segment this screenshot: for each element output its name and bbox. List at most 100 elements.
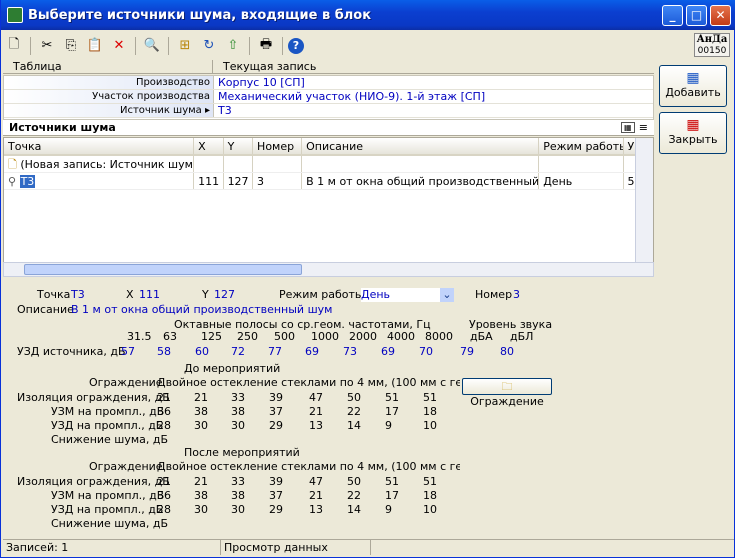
- find-icon[interactable]: 🔍: [141, 35, 163, 57]
- value-cell[interactable]: 29: [269, 419, 283, 433]
- paste-icon[interactable]: 📋: [84, 35, 106, 57]
- cut-icon[interactable]: ✂: [36, 35, 58, 57]
- col-point[interactable]: Точка: [4, 138, 195, 154]
- value-cell[interactable]: 30: [231, 503, 245, 517]
- minimize-button[interactable]: _: [662, 4, 683, 26]
- col-mode[interactable]: Режим работы: [539, 138, 624, 154]
- value-cell[interactable]: 28: [157, 419, 171, 433]
- uzd-value[interactable]: 80: [500, 345, 514, 359]
- uzd-value[interactable]: 79: [460, 345, 474, 359]
- value-cell[interactable]: 10: [423, 419, 437, 433]
- new-icon[interactable]: 🗋: [3, 35, 25, 57]
- vertical-scrollbar[interactable]: [635, 138, 653, 262]
- value-cell[interactable]: 38: [194, 489, 208, 503]
- value-cell[interactable]: 36: [157, 489, 171, 503]
- point-value[interactable]: Т3: [71, 288, 85, 302]
- value-cell[interactable]: 51: [423, 475, 437, 489]
- copy-icon[interactable]: ⎘: [60, 35, 82, 57]
- value-cell[interactable]: 47: [309, 475, 323, 489]
- new-record-row[interactable]: 🗋 (Новая запись: Источник шума): [4, 156, 653, 173]
- close-window-button[interactable]: ✕: [710, 4, 731, 26]
- print-icon[interactable]: 🖶: [255, 35, 277, 57]
- value-cell[interactable]: 9: [385, 503, 392, 517]
- uzd-value[interactable]: 72: [231, 345, 245, 359]
- x-value[interactable]: 111: [139, 288, 160, 302]
- value-cell[interactable]: 14: [347, 419, 361, 433]
- col-description[interactable]: Описание: [302, 138, 540, 154]
- list-view-icon[interactable]: ≡: [639, 121, 648, 134]
- grid-view-icon[interactable]: ▦: [620, 122, 635, 133]
- record-row[interactable]: Производство Корпус 10 [СП]: [4, 76, 653, 90]
- value-cell[interactable]: 21: [157, 475, 171, 489]
- value-cell[interactable]: 18: [423, 489, 437, 503]
- description-value[interactable]: В 1 м от окна общий производственный шум: [71, 303, 332, 317]
- uzd-value[interactable]: 69: [381, 345, 395, 359]
- record-row[interactable]: Источник шума ▸ Т3: [4, 104, 653, 118]
- uzd-value[interactable]: 73: [343, 345, 357, 359]
- value-cell[interactable]: 17: [385, 405, 399, 419]
- value-cell[interactable]: 14: [347, 503, 361, 517]
- tree-icon[interactable]: ⊞: [174, 35, 196, 57]
- value-cell[interactable]: 21: [194, 391, 208, 405]
- value-cell[interactable]: 51: [423, 391, 437, 405]
- value-cell[interactable]: 21: [194, 475, 208, 489]
- value-cell[interactable]: 28: [157, 503, 171, 517]
- value-cell[interactable]: 13: [309, 503, 323, 517]
- value-cell[interactable]: 30: [194, 503, 208, 517]
- uzd-value[interactable]: 70: [419, 345, 433, 359]
- close-button[interactable]: ▦ Закрыть: [659, 112, 727, 154]
- uzd-value[interactable]: 58: [157, 345, 171, 359]
- uzd-value[interactable]: 77: [268, 345, 282, 359]
- value-cell[interactable]: 37: [269, 405, 283, 419]
- fence-value[interactable]: Двойное остекление стеклами по 4 мм, (10…: [157, 460, 460, 474]
- fence-value[interactable]: Двойное остекление стеклами по 4 мм, (10…: [157, 376, 460, 390]
- value-cell[interactable]: 50: [347, 391, 361, 405]
- uzd-value[interactable]: 57: [121, 345, 135, 359]
- value-cell[interactable]: 51: [385, 391, 399, 405]
- table-row[interactable]: ⚲ Т3 111 127 3 В 1 м от окна общий произ…: [4, 173, 653, 190]
- value-cell[interactable]: 22: [347, 489, 361, 503]
- value-cell[interactable]: 29: [269, 503, 283, 517]
- number-value[interactable]: 3: [513, 288, 520, 302]
- record-row[interactable]: Участок производства Механический участок…: [4, 90, 653, 104]
- value-cell[interactable]: 22: [347, 405, 361, 419]
- value-cell[interactable]: 33: [231, 475, 245, 489]
- scroll-thumb[interactable]: [24, 264, 302, 275]
- value-cell[interactable]: 33: [231, 391, 245, 405]
- value-cell[interactable]: 13: [309, 419, 323, 433]
- refresh-icon[interactable]: ↻: [198, 35, 220, 57]
- value-cell[interactable]: 10: [423, 503, 437, 517]
- horizontal-scrollbar[interactable]: [3, 262, 654, 277]
- value-cell[interactable]: 47: [309, 391, 323, 405]
- up-icon[interactable]: ⇧: [222, 35, 244, 57]
- maximize-button[interactable]: □: [686, 4, 707, 26]
- uzd-value[interactable]: 60: [195, 345, 209, 359]
- value-cell[interactable]: 39: [269, 475, 283, 489]
- col-x[interactable]: X: [194, 138, 224, 154]
- help-icon[interactable]: ?: [288, 37, 304, 54]
- value-cell[interactable]: 18: [423, 405, 437, 419]
- value-cell[interactable]: 21: [309, 489, 323, 503]
- value-cell[interactable]: 30: [194, 419, 208, 433]
- delete-icon[interactable]: ✕: [108, 35, 130, 57]
- value-cell[interactable]: 39: [269, 391, 283, 405]
- mode-dropdown-icon[interactable]: ⌄: [440, 288, 454, 302]
- value-cell[interactable]: 37: [269, 489, 283, 503]
- value-cell[interactable]: 21: [157, 391, 171, 405]
- value-cell[interactable]: 21: [309, 405, 323, 419]
- fence-button[interactable]: 🗀 Ограждение: [462, 378, 552, 408]
- value-cell[interactable]: 30: [231, 419, 245, 433]
- value-cell[interactable]: 51: [385, 475, 399, 489]
- add-button[interactable]: ▦ Добавить: [659, 65, 727, 107]
- value-cell[interactable]: 38: [231, 489, 245, 503]
- uzd-value[interactable]: 69: [305, 345, 319, 359]
- col-y[interactable]: Y: [224, 138, 254, 154]
- value-cell[interactable]: 38: [194, 405, 208, 419]
- value-cell[interactable]: 17: [385, 489, 399, 503]
- col-number[interactable]: Номер: [253, 138, 303, 154]
- value-cell[interactable]: 36: [157, 405, 171, 419]
- value-cell[interactable]: 9: [385, 419, 392, 433]
- y-value[interactable]: 127: [214, 288, 235, 302]
- value-cell[interactable]: 50: [347, 475, 361, 489]
- value-cell[interactable]: 38: [231, 405, 245, 419]
